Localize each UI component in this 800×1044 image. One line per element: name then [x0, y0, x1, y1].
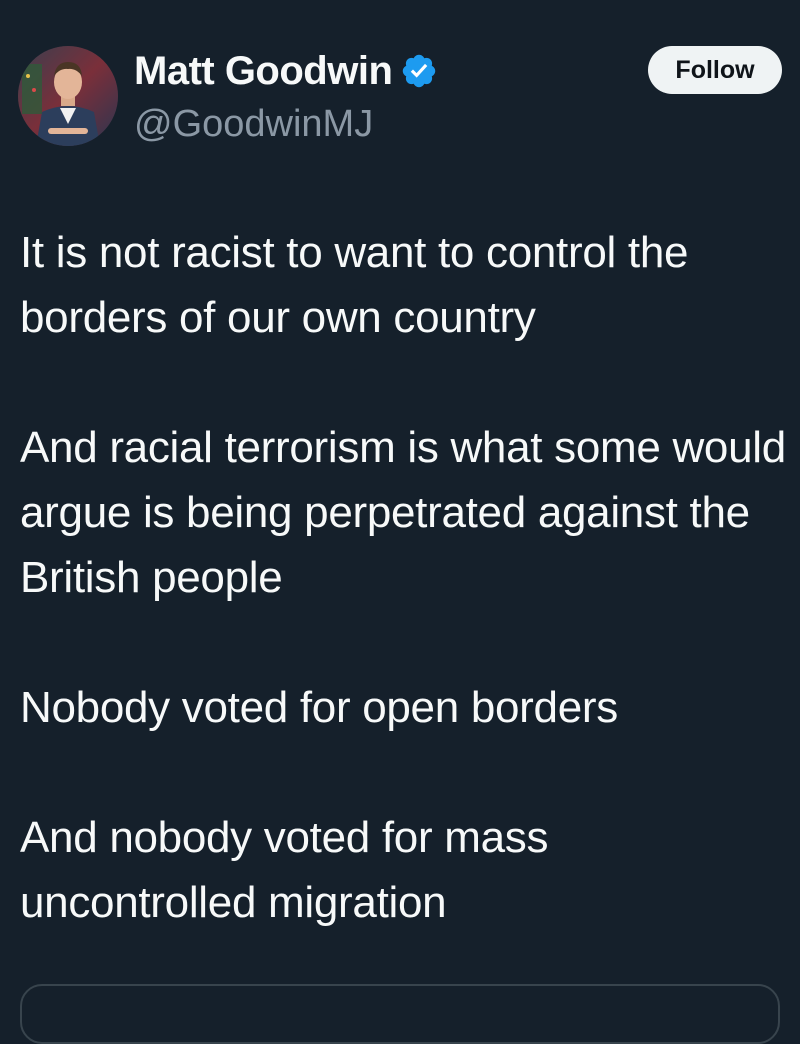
follow-button[interactable]: Follow	[648, 46, 782, 94]
tweet-paragraph: And racial terrorism is what some would …	[20, 423, 786, 602]
author-info: Matt Goodwin @GoodwinMJ	[134, 48, 438, 148]
verified-badge-icon[interactable]	[400, 52, 438, 90]
embedded-card[interactable]	[20, 984, 780, 1044]
tweet-paragraph: It is not racist to want to control the …	[20, 228, 689, 342]
tweet-text: It is not racist to want to control the …	[20, 220, 790, 935]
tweet-header: Matt Goodwin @GoodwinMJ Follow	[18, 46, 782, 156]
author-handle[interactable]: @GoodwinMJ	[134, 100, 438, 148]
name-row: Matt Goodwin	[134, 48, 438, 94]
tweet-paragraph: Nobody voted for open borders	[20, 683, 618, 732]
author-avatar[interactable]	[18, 46, 118, 146]
author-display-name[interactable]: Matt Goodwin	[134, 48, 393, 94]
tweet-paragraph: And nobody voted for mass uncontrolled m…	[20, 813, 549, 927]
